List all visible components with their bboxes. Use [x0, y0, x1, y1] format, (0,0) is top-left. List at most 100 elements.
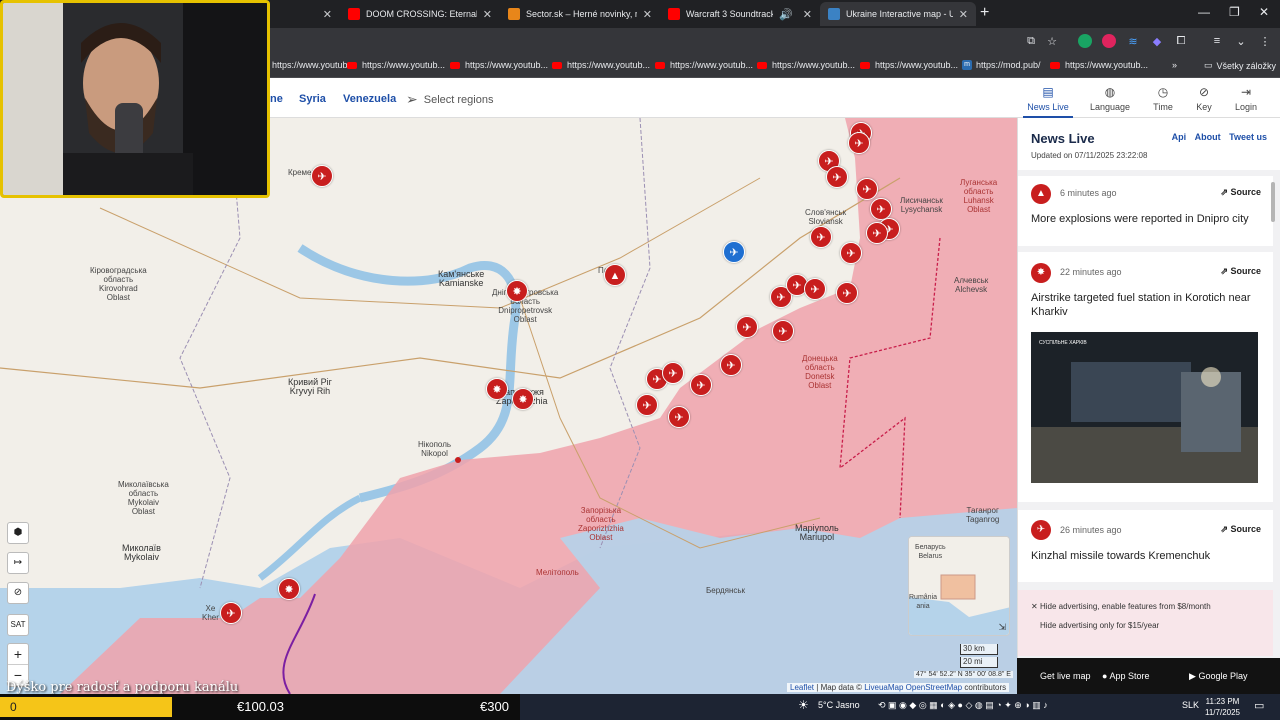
zoom-in-button[interactable]: + — [8, 644, 28, 665]
news-item[interactable]: ✈ 26 minutes ago ⇗ Source Kinzhal missil… — [1018, 510, 1273, 582]
hexagon-icon[interactable]: ⬢ — [7, 522, 29, 544]
api-link[interactable]: Api — [1172, 132, 1187, 142]
osm-link[interactable]: OpenStreetMap — [906, 683, 962, 692]
menu-kebab-icon[interactable]: ⋮ — [1258, 34, 1272, 48]
notification-icon[interactable]: ▭ — [1254, 699, 1264, 712]
tab-warcraft[interactable]: Warcraft 3 Soundtrack - Hu 🔊 ✕ — [660, 2, 820, 26]
extension-wave-icon[interactable]: ≋ — [1126, 34, 1140, 48]
event-marker-airstrike[interactable]: ✈ — [311, 165, 333, 187]
event-marker-airstrike[interactable]: ✈ — [772, 320, 794, 342]
route-icon[interactable]: ↦ — [7, 552, 29, 574]
event-marker-airstrike[interactable]: ✈ — [668, 406, 690, 428]
speaker-icon[interactable]: 🔊 — [779, 8, 793, 21]
event-marker-missile[interactable]: ✸ — [486, 378, 508, 400]
region-link[interactable]: ne — [270, 93, 283, 105]
minimap-collapse-icon[interactable]: ⇲ — [998, 622, 1006, 633]
event-marker-airstrike[interactable]: ✈ — [720, 354, 742, 376]
app-store-button[interactable]: ● App Store — [1102, 671, 1149, 681]
tab-sector[interactable]: Sector.sk – Herné novinky, rece ✕ — [500, 2, 660, 26]
bookmark-item[interactable]: https://www.youtub... — [552, 60, 650, 70]
restore-icon[interactable]: ❐ — [1229, 5, 1240, 19]
extension-diamond-icon[interactable]: ◆ — [1150, 34, 1164, 48]
google-play-button[interactable]: ▶ Google Play — [1189, 671, 1247, 682]
event-marker-airstrike[interactable]: ✈ — [848, 132, 870, 154]
weather-text[interactable]: 5°C Jasno — [818, 700, 860, 710]
news-image[interactable]: СУСПІЛЬНЕ ХАРКІВ — [1031, 332, 1258, 483]
source-link[interactable]: ⇗ Source — [1220, 187, 1261, 198]
news-item[interactable]: ✸ 22 minutes ago ⇗ Source Airstrike targ… — [1018, 252, 1273, 502]
map-label-zaporizhzhia-oblast: Запорізька область Zaporizhzhia Oblast — [578, 506, 624, 542]
event-marker-airstrike[interactable]: ✈ — [840, 242, 862, 264]
bookmark-item[interactable]: https://www.youtub... — [272, 60, 355, 70]
bookmark-item[interactable]: https://www.youtub... — [347, 60, 445, 70]
tab-partial[interactable]: ✕ — [270, 2, 340, 26]
select-regions-button[interactable]: ➢ Select regions — [406, 91, 493, 108]
close-icon[interactable]: ✕ — [483, 8, 492, 21]
news-item[interactable]: ▲ 6 minutes ago ⇗ Source More explosions… — [1018, 176, 1273, 246]
media-control-icon[interactable]: ≡ — [1210, 34, 1224, 48]
close-icon[interactable]: ✕ — [959, 8, 968, 21]
source-link[interactable]: ⇗ Source — [1220, 524, 1261, 535]
bookmark-item[interactable]: https://www.youtub... — [450, 60, 548, 70]
region-link-venezuela[interactable]: Venezuela — [343, 93, 396, 105]
bookmark-star-icon[interactable]: ☆ — [1045, 34, 1059, 48]
event-marker-explosion[interactable]: ✸ — [506, 280, 528, 302]
event-marker-airstrike[interactable]: ✈ — [870, 198, 892, 220]
nav-news-live[interactable]: ▤ News Live — [1023, 85, 1073, 118]
satellite-toggle-button[interactable]: SAT — [7, 614, 29, 636]
event-marker-airstrike[interactable]: ✈ — [736, 316, 758, 338]
grammarly-icon[interactable] — [1078, 34, 1092, 48]
event-marker-explosion[interactable]: ▲ — [604, 264, 626, 286]
new-tab-icon[interactable]: + — [980, 4, 989, 22]
extension-red-icon[interactable] — [1102, 34, 1116, 48]
about-link[interactable]: About — [1195, 132, 1221, 142]
event-marker-airstrike[interactable]: ✈ — [662, 362, 684, 384]
event-marker-airstrike[interactable]: ✈ — [636, 394, 658, 416]
event-marker-airstrike[interactable]: ✈ — [220, 602, 242, 624]
tab-doom[interactable]: DOOM CROSSING: Eternal Hor ✕ — [340, 2, 500, 26]
close-icon[interactable]: ✕ — [323, 8, 332, 21]
event-marker-missile[interactable]: ✸ — [512, 388, 534, 410]
region-link-syria[interactable]: Syria — [299, 93, 326, 105]
bookmark-item[interactable]: https://www.youtub... — [757, 60, 855, 70]
hide-ads-link[interactable]: ✕ Hide advertising, enable features from… — [1031, 602, 1211, 611]
bookmark-item[interactable]: m https://mod.pub/ — [962, 60, 1041, 70]
bookmark-item[interactable]: https://www.youtub... — [860, 60, 958, 70]
translate-icon[interactable]: ⧉ — [1024, 34, 1038, 48]
tab-ukraine-map[interactable]: Ukraine Interactive map - Ukra ✕ — [820, 2, 976, 26]
liveuamap-link[interactable]: LiveuaMap — [864, 683, 903, 692]
bookmark-item[interactable]: https://www.youtub... — [1050, 60, 1148, 70]
event-marker-airstrike[interactable]: ✈ — [866, 222, 888, 244]
hide-ads-year-link[interactable]: Hide advertising only for $15/year — [1040, 621, 1159, 630]
event-marker-airstrike[interactable]: ✈ — [856, 178, 878, 200]
close-icon[interactable]: ✕ — [803, 8, 812, 21]
bookmark-item[interactable]: https://www.youtub... — [655, 60, 753, 70]
event-marker-ukrainian[interactable]: ✈ — [723, 241, 745, 263]
event-marker-airstrike[interactable]: ✈ — [836, 282, 858, 304]
event-marker-airstrike[interactable]: ✈ — [690, 374, 712, 396]
language-indicator[interactable]: SLK — [1182, 700, 1199, 710]
tray-icons[interactable]: ⟲ ▣ ◉ ◆ ◎ ▦ ◐ ◈ ● ◇ ◍ ▤ ◔ ✦ ⊕ ◑ ▥ ♪ — [878, 700, 1048, 711]
hide-icon[interactable]: ⊘ — [7, 582, 29, 604]
close-icon[interactable]: ✕ — [643, 8, 652, 21]
event-dot[interactable] — [455, 457, 461, 463]
nav-login[interactable]: ⇥ Login — [1221, 85, 1271, 112]
close-window-icon[interactable]: ✕ — [1259, 5, 1269, 19]
all-bookmarks[interactable]: ▭ Všetky záložky — [1204, 60, 1276, 71]
source-link[interactable]: ⇗ Source — [1220, 266, 1261, 277]
panel-scrollbar[interactable] — [1271, 182, 1275, 222]
nav-language[interactable]: ◍ Language — [1085, 85, 1135, 112]
event-marker-missile[interactable]: ✸ — [278, 578, 300, 600]
event-marker-airstrike[interactable]: ✈ — [826, 166, 848, 188]
map[interactable]: Кременч Кіровоградська область Kirovohra… — [0, 118, 1017, 694]
bookmarks-overflow-icon[interactable]: » — [1172, 60, 1177, 70]
leaflet-link[interactable]: Leaflet — [790, 683, 814, 692]
clock[interactable]: 11:23 PM 11/7/2025 — [1205, 696, 1240, 718]
extensions-puzzle-icon[interactable]: ⧠ — [1174, 34, 1188, 48]
minimize-icon[interactable]: — — [1198, 5, 1210, 19]
minimap[interactable]: Беларусь Belarus Rumânia ania ⇲ — [908, 536, 1010, 636]
profile-icon[interactable]: ⌄ — [1234, 34, 1248, 48]
event-marker-airstrike[interactable]: ✈ — [804, 278, 826, 300]
event-marker-airstrike[interactable]: ✈ — [810, 226, 832, 248]
tweet-us-link[interactable]: Tweet us — [1229, 132, 1267, 142]
